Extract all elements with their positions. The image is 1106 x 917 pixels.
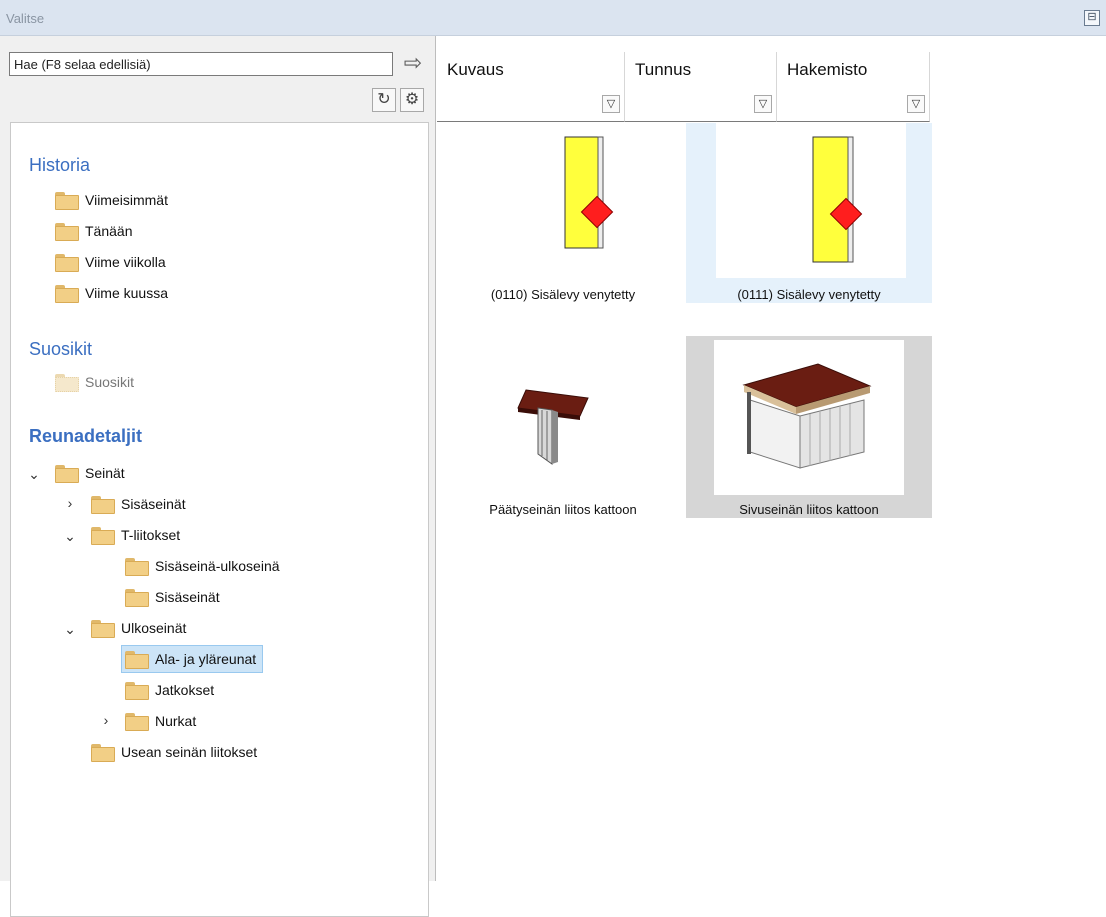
column-tunnus[interactable]: Tunnus ▽ <box>625 52 777 122</box>
detail-caption: Sivuseinän liitos kattoon <box>739 502 879 517</box>
chevron-down-icon[interactable]: ⌄ <box>63 528 77 545</box>
folder-icon <box>125 589 149 607</box>
detail-caption: (0110) Sisälevy venytetty <box>490 287 636 302</box>
tree-item-sisaseina-ulkoseina[interactable]: Sisäseinä-ulkoseinä <box>125 552 286 580</box>
folder-icon <box>91 744 115 762</box>
folder-icon <box>91 620 115 638</box>
history-title: Historia <box>29 155 91 175</box>
detail-thumbnail <box>716 123 906 278</box>
folder-icon <box>125 651 149 669</box>
search-input[interactable] <box>9 52 393 76</box>
folder-tree: Historia Viimeisimmät Tänään Viime viiko… <box>10 122 429 917</box>
favorites-title: Suosikit <box>29 339 93 359</box>
column-kuvaus[interactable]: Kuvaus ▽ <box>437 52 625 122</box>
tree-item-jatkokset[interactable]: Jatkokset <box>125 676 220 704</box>
detail-thumbnail <box>714 340 904 495</box>
filter-funnel-icon[interactable]: ▽ <box>754 95 772 113</box>
chevron-down-icon[interactable]: ⌄ <box>63 621 77 638</box>
filter-funnel-icon[interactable]: ▽ <box>602 95 620 113</box>
folder-icon <box>55 254 79 272</box>
tree-item-sisaseinat[interactable]: Sisäseinät <box>91 490 192 518</box>
detail-item[interactable]: Sivuseinän liitos kattoon <box>686 336 932 518</box>
tree-item[interactable]: Viimeisimmät <box>55 186 174 214</box>
folder-icon <box>55 374 79 392</box>
tree-item[interactable]: Viime kuussa <box>55 279 174 307</box>
tree-item[interactable]: Viime viikolla <box>55 248 172 276</box>
detail-item[interactable]: (0110) Sisälevy venytetty <box>440 123 686 303</box>
folder-icon <box>55 223 79 241</box>
folder-icon <box>55 192 79 210</box>
refresh-icon[interactable]: ↻ <box>372 88 396 112</box>
tree-item-ala-ja-ylareunat[interactable]: Ala- ja yläreunat <box>121 645 264 673</box>
tree-item-ulkoseinat[interactable]: Ulkoseinät <box>91 614 192 642</box>
chevron-right-icon[interactable]: › <box>99 712 113 728</box>
gear-icon[interactable]: ⚙ <box>400 88 424 112</box>
window-titlebar: Valitse ⊟ <box>0 0 1106 36</box>
arrow-right-icon[interactable]: ⇨ <box>398 50 428 78</box>
tree-item[interactable]: Tänään <box>55 217 138 245</box>
detail-item[interactable]: (0111) Sisälevy venytetty <box>686 123 932 303</box>
folder-icon <box>55 285 79 303</box>
edge-details-title: Reunadetaljit <box>29 426 143 446</box>
folder-icon <box>125 682 149 700</box>
left-pane: ⇨ ↻ ⚙ Historia Viimeisimmät Tänään Viime… <box>0 36 436 917</box>
tree-item-sisaseinat-2[interactable]: Sisäseinät <box>125 583 226 611</box>
folder-icon <box>91 496 115 514</box>
folder-icon <box>125 558 149 576</box>
tree-item-t-liitokset[interactable]: T-liitokset <box>91 521 186 549</box>
tree-item-seinat[interactable]: Seinät <box>55 459 131 487</box>
detail-thumbnail <box>470 123 660 278</box>
tree-item-favorites[interactable]: Suosikit <box>55 368 140 396</box>
window-title: Valitse <box>6 11 45 26</box>
detail-item[interactable]: Päätyseinän liitos kattoon <box>440 336 686 518</box>
detail-caption: (0111) Sisälevy venytetty <box>737 287 881 302</box>
tree-item-usean-seinan-liitokset[interactable]: Usean seinän liitokset <box>91 738 263 766</box>
chevron-down-icon[interactable]: ⌄ <box>27 466 41 483</box>
chevron-right-icon[interactable]: › <box>63 495 77 511</box>
folder-icon <box>125 713 149 731</box>
pin-icon[interactable]: ⊟ <box>1084 10 1100 26</box>
detail-thumbnail <box>470 336 660 491</box>
folder-icon <box>91 527 115 545</box>
folder-icon <box>55 465 79 483</box>
column-hakemisto[interactable]: Hakemisto ▽ <box>777 52 930 122</box>
tree-item-nurkat[interactable]: Nurkat <box>125 707 202 735</box>
filter-funnel-icon[interactable]: ▽ <box>907 95 925 113</box>
detail-caption: Päätyseinän liitos kattoon <box>489 502 637 517</box>
